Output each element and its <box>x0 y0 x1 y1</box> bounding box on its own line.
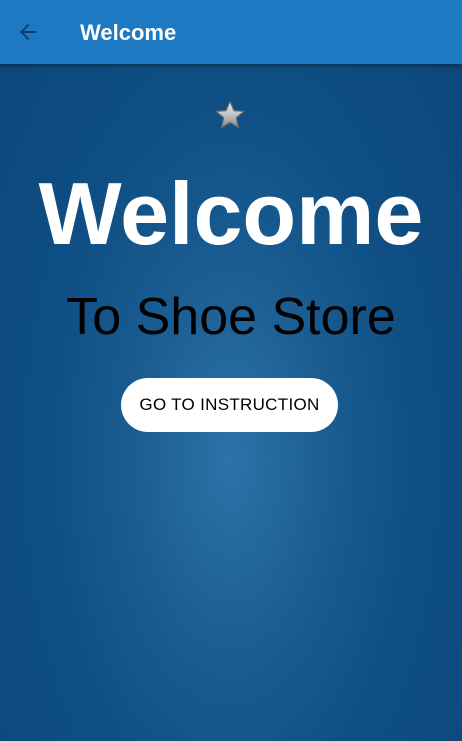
app-bar: Welcome <box>0 0 462 64</box>
back-button[interactable] <box>10 14 46 50</box>
app-bar-title: Welcome <box>80 20 177 45</box>
arrow-back-icon <box>20 24 36 40</box>
go-to-instruction-button[interactable]: GO TO INSTRUCTION <box>121 378 338 432</box>
star-icon <box>214 99 246 131</box>
store-subtitle: To Shoe Store <box>66 288 396 346</box>
welcome-heading: Welcome <box>38 164 424 263</box>
